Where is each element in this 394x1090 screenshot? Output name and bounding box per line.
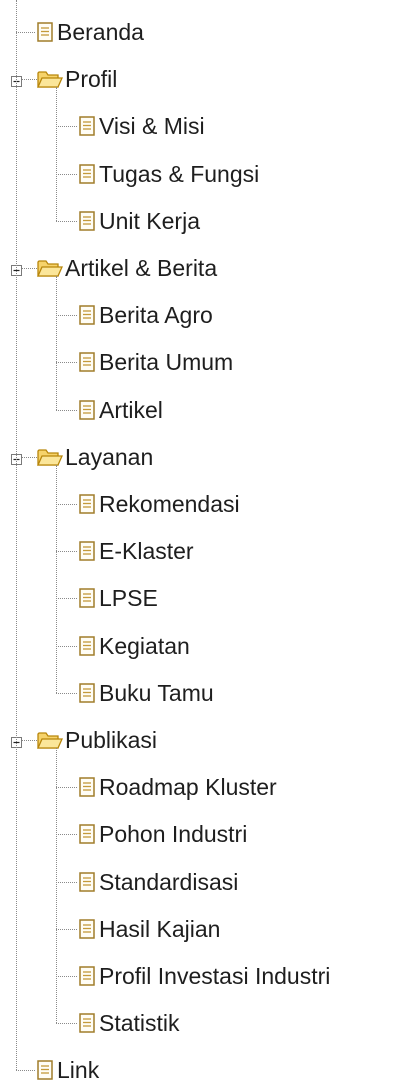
folder-open-icon xyxy=(36,730,64,750)
tree-item-label[interactable]: Publikasi xyxy=(65,720,157,760)
tree-connector xyxy=(56,464,57,693)
tree-connector xyxy=(56,976,77,977)
document-icon xyxy=(79,352,95,373)
tree-connector xyxy=(56,1023,77,1025)
tree-connector xyxy=(56,928,77,930)
tree-item-label[interactable]: Artikel xyxy=(99,390,163,430)
tree-item-label[interactable]: Visi & Misi xyxy=(99,106,205,146)
document-icon xyxy=(79,777,95,797)
folder-open-icon xyxy=(36,69,64,89)
tree-connector xyxy=(56,692,77,694)
tree-item-unit-kerja[interactable]: Unit Kerja xyxy=(79,201,200,241)
tree-item-buku-tamu[interactable]: Buku Tamu xyxy=(79,673,214,713)
tree-item-roadmap-kluster[interactable]: Roadmap Kluster xyxy=(79,767,277,807)
tree-item-label[interactable]: Link xyxy=(57,1050,99,1090)
tree-connector xyxy=(56,126,77,128)
document-icon xyxy=(79,824,95,845)
tree-item-berita-agro[interactable]: Berita Agro xyxy=(79,295,213,335)
tree-connector xyxy=(56,362,77,364)
tree-item-label[interactable]: Roadmap Kluster xyxy=(99,767,277,807)
document-icon xyxy=(79,541,95,561)
document-icon xyxy=(79,494,95,514)
tree-item-berita-umum[interactable]: Berita Umum xyxy=(79,342,233,382)
tree-item-label[interactable]: Unit Kerja xyxy=(99,201,200,241)
tree-item-label[interactable]: Statistik xyxy=(99,1003,180,1043)
tree-connector xyxy=(16,1070,35,1072)
document-icon xyxy=(79,683,95,703)
document-icon xyxy=(79,966,95,986)
tree-item-pohon-industri[interactable]: Pohon Industri xyxy=(79,814,247,854)
tree-item-hasil-kajian[interactable]: Hasil Kajian xyxy=(79,909,220,949)
tree-item-label[interactable]: Rekomendasi xyxy=(99,484,240,524)
tree-item-label[interactable]: Berita Umum xyxy=(99,342,233,382)
tree-item-label[interactable]: Profil Investasi Industri xyxy=(99,956,330,996)
tree-item-standardisasi[interactable]: Standardisasi xyxy=(79,862,238,902)
tree-item-rekomendasi[interactable]: Rekomendasi xyxy=(79,484,240,524)
document-icon xyxy=(79,635,95,656)
tree-item-label[interactable]: Hasil Kajian xyxy=(99,909,220,949)
folder-profil[interactable]: Profil xyxy=(36,59,117,99)
tree-item-beranda[interactable]: Beranda xyxy=(37,12,144,52)
document-icon xyxy=(79,399,95,420)
folder-layanan[interactable]: Layanan xyxy=(36,437,153,477)
tree-item-label[interactable]: Beranda xyxy=(57,12,144,52)
tree-connector xyxy=(22,740,37,741)
document-icon xyxy=(79,871,95,892)
tree-item-kegiatan[interactable]: Kegiatan xyxy=(79,626,190,666)
document-icon xyxy=(37,22,53,42)
tree-connector xyxy=(56,748,57,1024)
tree-item-label[interactable]: Artikel & Berita xyxy=(65,248,217,288)
tree-connector xyxy=(22,456,37,458)
tree-item-label[interactable]: Kegiatan xyxy=(99,626,190,666)
document-icon xyxy=(37,1060,53,1081)
tree-connector xyxy=(22,79,37,81)
tree-connector xyxy=(56,787,77,789)
tree-item-statistik[interactable]: Statistik xyxy=(79,1003,180,1043)
folder-open-icon xyxy=(36,447,64,467)
document-icon xyxy=(79,588,95,609)
tree-connector xyxy=(16,0,17,1071)
tree-connector xyxy=(56,173,77,175)
tree-connector xyxy=(56,645,77,647)
tree-item-link[interactable]: Link xyxy=(37,1050,99,1090)
tree-connector xyxy=(56,409,77,411)
tree-item-visi-and-misi[interactable]: Visi & Misi xyxy=(79,106,205,146)
tree-connector xyxy=(56,551,77,553)
document-icon xyxy=(79,919,95,939)
tree-connector xyxy=(56,504,77,505)
tree-connector xyxy=(56,276,57,410)
tree-connector xyxy=(16,32,35,33)
tree-item-label[interactable]: LPSE xyxy=(99,578,158,618)
tree-connector xyxy=(56,315,77,317)
tree-item-label[interactable]: Standardisasi xyxy=(99,862,238,902)
tree-connector xyxy=(56,220,77,222)
navigation-tree: Beranda Profil Visi & Misi Tugas & Fungsi Un… xyxy=(0,0,394,1083)
tree-item-label[interactable]: Layanan xyxy=(65,437,153,477)
tree-item-label[interactable]: Tugas & Fungsi xyxy=(99,154,259,194)
folder-artikel-and-berita[interactable]: Artikel & Berita xyxy=(36,248,217,288)
tree-item-label[interactable]: E-Klaster xyxy=(99,531,194,571)
folder-open-icon xyxy=(36,258,64,278)
tree-item-lpse[interactable]: LPSE xyxy=(79,578,158,618)
document-icon xyxy=(79,1013,95,1033)
tree-item-label[interactable]: Buku Tamu xyxy=(99,673,214,713)
tree-item-tugas-and-fungsi[interactable]: Tugas & Fungsi xyxy=(79,154,259,194)
tree-item-label[interactable]: Pohon Industri xyxy=(99,814,247,854)
folder-publikasi[interactable]: Publikasi xyxy=(36,720,157,760)
tree-item-profil-investasi-industri[interactable]: Profil Investasi Industri xyxy=(79,956,330,996)
tree-connector xyxy=(56,87,57,221)
tree-item-artikel[interactable]: Artikel xyxy=(79,390,163,430)
tree-connector xyxy=(22,268,37,269)
document-icon xyxy=(79,163,95,184)
tree-item-e-klaster[interactable]: E-Klaster xyxy=(79,531,194,571)
tree-connector xyxy=(56,881,77,883)
document-icon xyxy=(79,305,95,325)
tree-connector xyxy=(56,598,77,600)
tree-item-label[interactable]: Profil xyxy=(65,59,117,99)
document-icon xyxy=(79,211,95,231)
document-icon xyxy=(79,116,95,137)
tree-item-label[interactable]: Berita Agro xyxy=(99,295,213,335)
tree-connector xyxy=(56,834,77,836)
